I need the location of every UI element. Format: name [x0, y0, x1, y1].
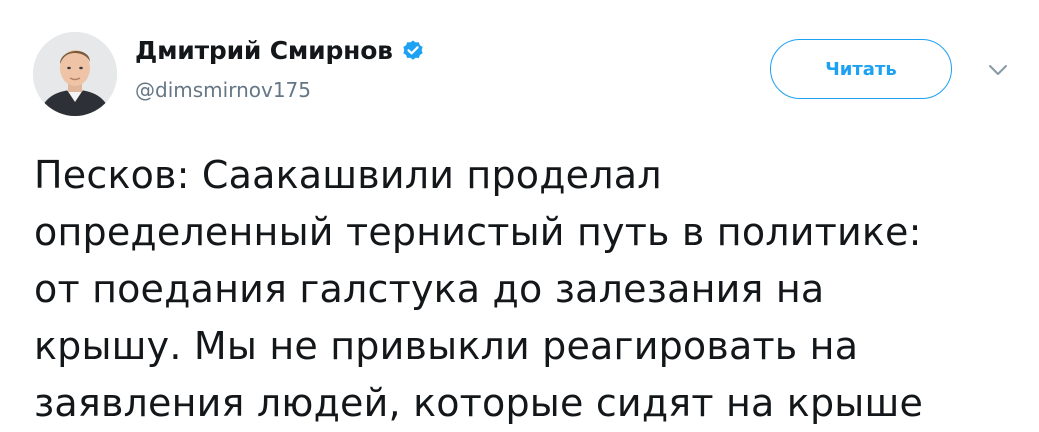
- tweet-text: Песков: Саакашвили проделал определенный…: [34, 153, 924, 425]
- follow-button[interactable]: Читать: [770, 39, 952, 99]
- author-display-name[interactable]: Дмитрий Смирнов: [135, 36, 393, 65]
- chevron-down-icon[interactable]: [986, 60, 1010, 80]
- verified-badge-icon: [401, 39, 425, 63]
- author-name-row: Дмитрий Смирнов: [135, 36, 425, 65]
- author-handle[interactable]: @dimsmirnov175: [135, 78, 311, 102]
- tweet-card: Дмитрий Смирнов @dimsmirnov175 Читать Пе…: [0, 0, 1039, 425]
- avatar[interactable]: [33, 32, 117, 116]
- avatar-photo-icon: [33, 32, 117, 116]
